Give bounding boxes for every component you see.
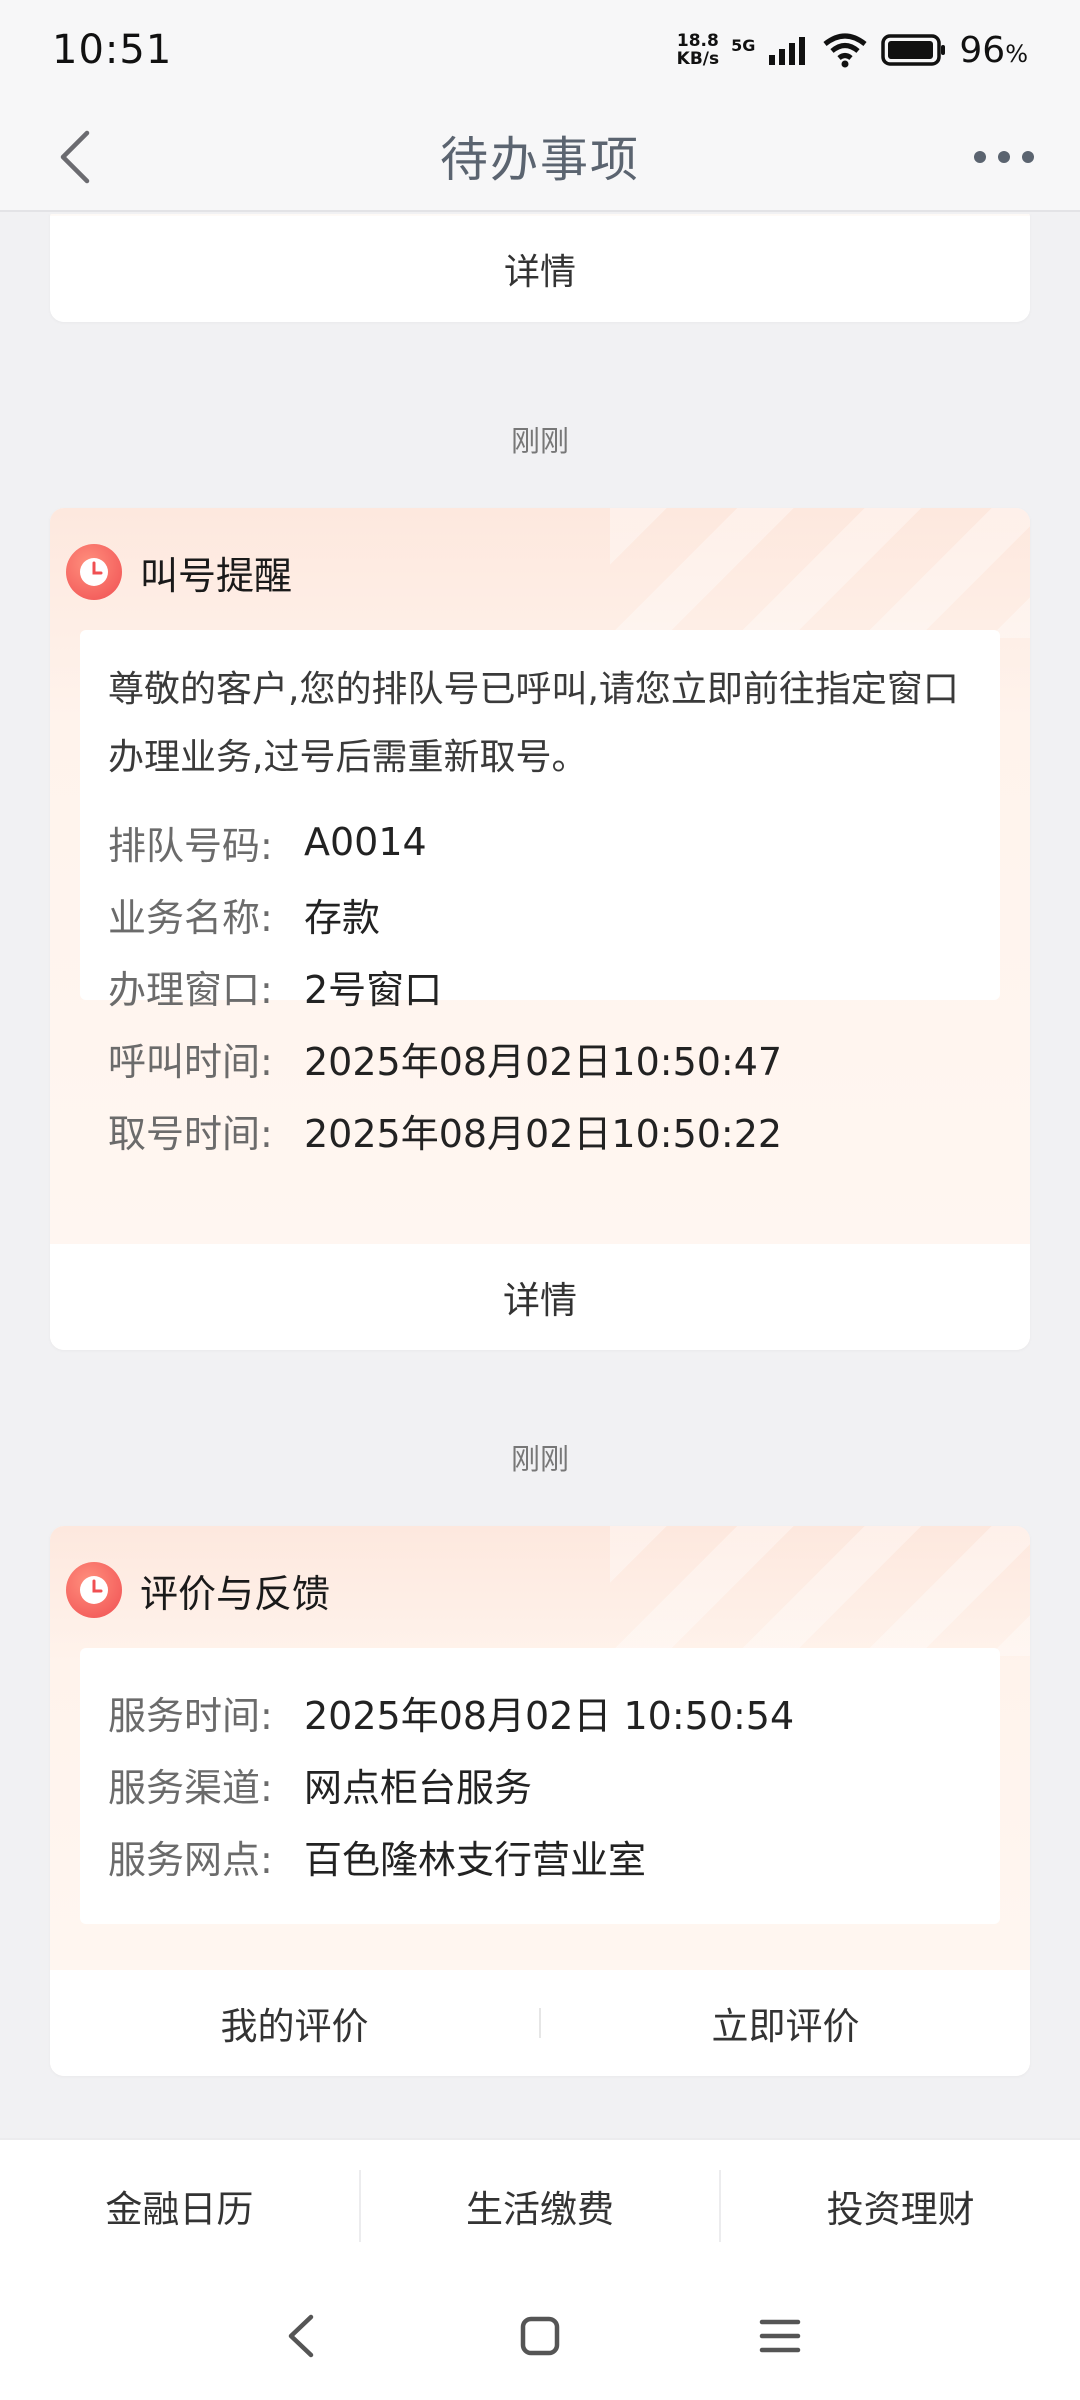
card-title: 叫号提醒 — [140, 553, 293, 598]
info-row: 服务渠道: 网点柜台服务 — [108, 1748, 972, 1820]
card-footer: 我的评价 立即评价 — [50, 1970, 1030, 2076]
status-time: 10:51 — [52, 27, 173, 73]
clock-icon — [66, 544, 122, 600]
call-reminder-card: 叫号提醒 尊敬的客户,您的排队号已呼叫,请您立即前往指定窗口办理业务,过号后需重… — [50, 508, 1030, 1350]
nav-item-life-payment[interactable]: 生活缴费 — [361, 2179, 720, 2233]
call-time: 2025年08月02日10:50:47 — [304, 1039, 783, 1084]
card-title: 评价与反馈 — [140, 1571, 331, 1616]
page-title: 待办事项 — [439, 132, 640, 188]
info-row: 办理窗口: 2号窗口 — [108, 950, 972, 1022]
system-nav-bar — [0, 2272, 1080, 2400]
clock-icon — [66, 1562, 122, 1618]
status-indicators: 18.8 KB/s 5G 96% — [677, 30, 1028, 71]
detail-button[interactable]: 详情 — [50, 216, 1030, 322]
battery-icon — [881, 34, 946, 66]
review-now-button[interactable]: 立即评价 — [541, 1996, 1030, 2050]
status-bar: 10:51 18.8 KB/s 5G 96% — [0, 0, 1080, 100]
timestamp: 刚刚 — [510, 424, 569, 458]
system-home-button[interactable] — [505, 2301, 575, 2371]
system-menu-button[interactable] — [745, 2301, 815, 2371]
battery-level: 96% — [959, 29, 1028, 71]
info-row: 排队号码: A0014 — [108, 820, 427, 868]
wifi-icon — [823, 33, 867, 68]
card-header: 叫号提醒 — [66, 544, 292, 600]
app-header: 待办事项 — [0, 100, 1080, 212]
info-row: 服务时间: 2025年08月02日 10:50:54 — [108, 1676, 972, 1748]
back-triangle-icon — [288, 2314, 314, 2358]
back-button[interactable] — [40, 122, 110, 192]
service-channel: 网点柜台服务 — [304, 1765, 533, 1810]
service-branch: 百色隆林支行营业室 — [304, 1837, 647, 1882]
todo-list: 详情 刚刚 叫号提醒 尊敬的客户,您的排队号已呼叫,请您立即前往指定窗口办理业务… — [0, 214, 1080, 2136]
info-row: 呼叫时间: 2025年08月02日10:50:47 — [108, 1022, 972, 1094]
info-list: 排队号码: A0014 业务名称: 存款 办理窗口: 2号窗口 呼叫时间: 20… — [108, 806, 972, 1166]
bottom-nav: 金融日历 生活缴费 投资理财 — [0, 2138, 1080, 2272]
chevron-left-icon — [60, 130, 90, 184]
network-speed: 18.8 KB/s — [676, 31, 720, 69]
queue-number: A0014 — [304, 820, 427, 864]
info-row: 取号时间: 2025年08月02日10:50:22 — [108, 1094, 972, 1166]
ticket-time: 2025年08月02日10:50:22 — [304, 1111, 783, 1156]
home-square-icon — [520, 2316, 560, 2356]
card-body: 服务时间: 2025年08月02日 10:50:54 服务渠道: 网点柜台服务 … — [80, 1648, 1000, 1924]
timestamp: 刚刚 — [510, 1442, 569, 1476]
info-row: 业务名称: 存款 — [108, 878, 972, 950]
detail-button[interactable]: 详情 — [50, 1270, 1030, 1324]
previous-card: 详情 — [50, 214, 1030, 322]
info-row: 服务网点: 百色隆林支行营业室 — [108, 1820, 972, 1892]
my-review-button[interactable]: 我的评价 — [50, 1996, 539, 2050]
nav-item-finance-calendar[interactable]: 金融日历 — [0, 2179, 359, 2233]
signal-icon — [769, 37, 806, 65]
nav-item-investment[interactable]: 投资理财 — [721, 2179, 1080, 2233]
more-button[interactable] — [964, 122, 1044, 192]
service-time: 2025年08月02日 10:50:54 — [304, 1693, 795, 1738]
card-header: 评价与反馈 — [66, 1562, 330, 1618]
feedback-card: 评价与反馈 服务时间: 2025年08月02日 10:50:54 服务渠道: 网… — [50, 1526, 1030, 2076]
more-dots-icon — [974, 151, 1034, 163]
business-name: 存款 — [304, 895, 381, 940]
card-footer: 详情 — [50, 1244, 1030, 1350]
card-body: 尊敬的客户,您的排队号已呼叫,请您立即前往指定窗口办理业务,过号后需重新取号。 … — [80, 630, 1000, 1156]
service-window: 2号窗口 — [304, 967, 443, 1012]
call-message: 尊敬的客户,您的排队号已呼叫,请您立即前往指定窗口办理业务,过号后需重新取号。 — [108, 669, 959, 778]
system-back-button[interactable] — [265, 2301, 335, 2371]
menu-lines-icon — [759, 2319, 801, 2353]
network-type: 5G — [731, 35, 756, 55]
